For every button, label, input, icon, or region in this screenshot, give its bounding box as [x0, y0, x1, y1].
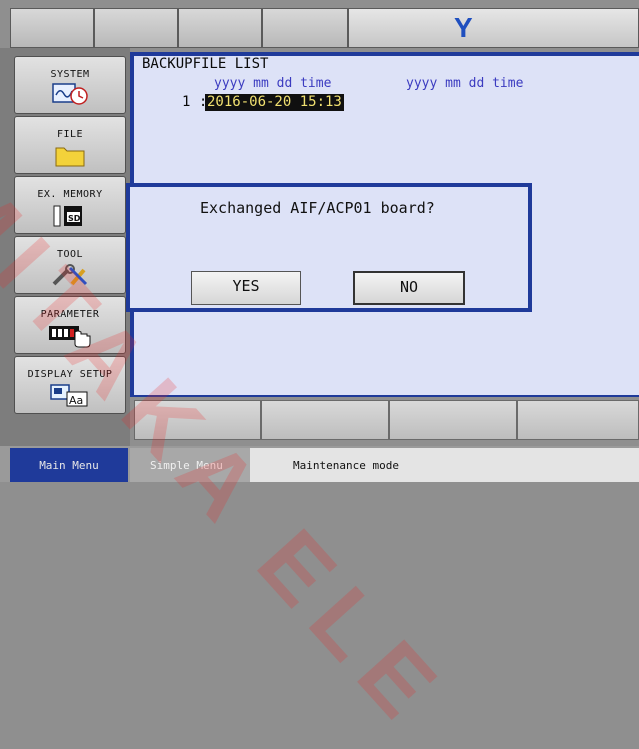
svg-text:SD: SD — [68, 214, 81, 223]
logo-area: Y — [348, 8, 639, 48]
simple-menu-button[interactable]: Simple Menu — [130, 448, 250, 482]
tool-icon — [52, 264, 88, 286]
top-tab-3[interactable] — [178, 8, 262, 48]
function-key-1[interactable] — [134, 400, 261, 440]
status-area: Maintenance mode — [250, 448, 639, 482]
sidebar-item-parameter[interactable]: PARAMETER — [14, 296, 126, 354]
simple-menu-label: Simple Menu — [150, 459, 223, 472]
display-setup-icon: Aa — [50, 384, 88, 407]
yaskawa-logo: Y — [454, 12, 473, 43]
status-text: Maintenance mode — [293, 459, 399, 472]
parameter-hand-icon — [49, 326, 91, 348]
column-header-2: yyyy mm dd time — [406, 76, 524, 91]
sidebar-item-label: SYSTEM — [50, 69, 90, 80]
row-index: 1 : — [182, 94, 208, 110]
main-menu-label: Main Menu — [39, 459, 99, 472]
sd-card-icon: SD — [53, 205, 82, 227]
confirm-dialog: Exchanged AIF/ACP01 board? YES NO — [126, 183, 532, 312]
sidebar-item-label: DISPLAY SETUP — [27, 369, 113, 380]
sidebar-item-label: FILE — [56, 129, 84, 140]
sidebar-item-system[interactable]: SYSTEM — [14, 56, 126, 114]
sidebar-item-file[interactable]: FILE — [14, 116, 126, 174]
no-button-label: NO — [399, 278, 419, 296]
sidebar-item-tool[interactable]: TOOL — [14, 236, 126, 294]
top-tab-1[interactable] — [10, 8, 94, 48]
dialog-message: Exchanged AIF/ACP01 board? — [200, 199, 435, 217]
main-menu-button[interactable]: Main Menu — [10, 448, 128, 482]
function-key-3[interactable] — [389, 400, 517, 440]
function-key-4[interactable] — [517, 400, 639, 440]
sidebar-item-display-setup[interactable]: DISPLAY SETUP Aa — [14, 356, 126, 414]
top-tab-2[interactable] — [94, 8, 178, 48]
dialog-body: Exchanged AIF/ACP01 board? YES NO — [130, 187, 528, 308]
system-icon — [52, 83, 88, 105]
yes-button[interactable]: YES — [191, 271, 301, 305]
yes-button-label: YES — [232, 277, 260, 295]
backup-entry-1[interactable]: 2016-06-20 15:13 — [205, 94, 344, 111]
panel-title: BACKUPFILE LIST — [142, 56, 269, 72]
sidebar-item-label: PARAMETER — [40, 309, 100, 320]
svg-text:Aa: Aa — [69, 394, 83, 407]
sidebar-item-ex-memory[interactable]: EX. MEMORY SD — [14, 176, 126, 234]
folder-icon — [55, 147, 85, 167]
sidebar-item-label: EX. MEMORY — [37, 189, 103, 200]
sidebar-item-label: TOOL — [56, 249, 84, 260]
no-button[interactable]: NO — [353, 271, 465, 305]
column-header-1: yyyy mm dd time — [214, 76, 332, 91]
top-tab-4[interactable] — [262, 8, 348, 48]
function-key-2[interactable] — [261, 400, 389, 440]
